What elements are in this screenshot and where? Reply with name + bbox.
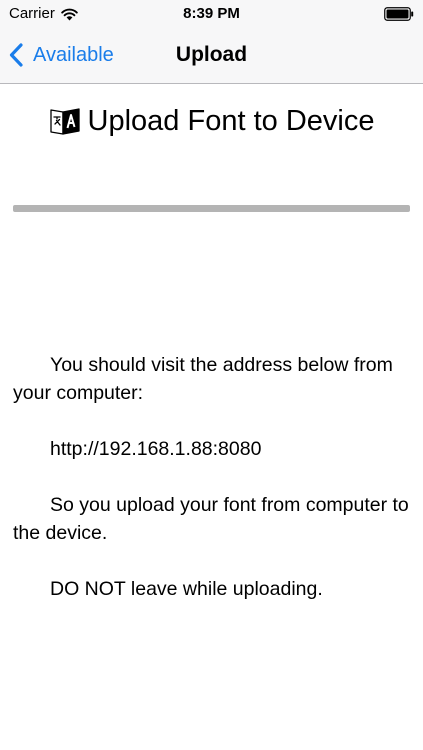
- status-bar: Carrier 8:39 PM: [0, 0, 423, 28]
- server-url: http://192.168.1.88:8080: [50, 438, 262, 460]
- status-time: 8:39 PM: [183, 5, 240, 22]
- header: Carrier 8:39 PM Available Upload: [0, 0, 423, 84]
- instruction-warning: DO NOT leave while uploading.: [50, 578, 323, 600]
- battery-full-icon: [384, 7, 414, 21]
- instruction-upload: So you upload your font from computer to…: [13, 494, 409, 544]
- page-title: Upload Font to Device: [87, 105, 375, 137]
- navigation-bar: Available Upload: [0, 28, 423, 83]
- nav-title: Upload: [175, 43, 248, 66]
- page-title-row: Upload Font to Device: [0, 104, 423, 138]
- instructions: You should visit the address below from …: [13, 351, 410, 631]
- instruction-visit: You should visit the address below from …: [13, 354, 393, 404]
- upload-progress-bar: [13, 205, 410, 212]
- font-translate-icon: [49, 108, 80, 135]
